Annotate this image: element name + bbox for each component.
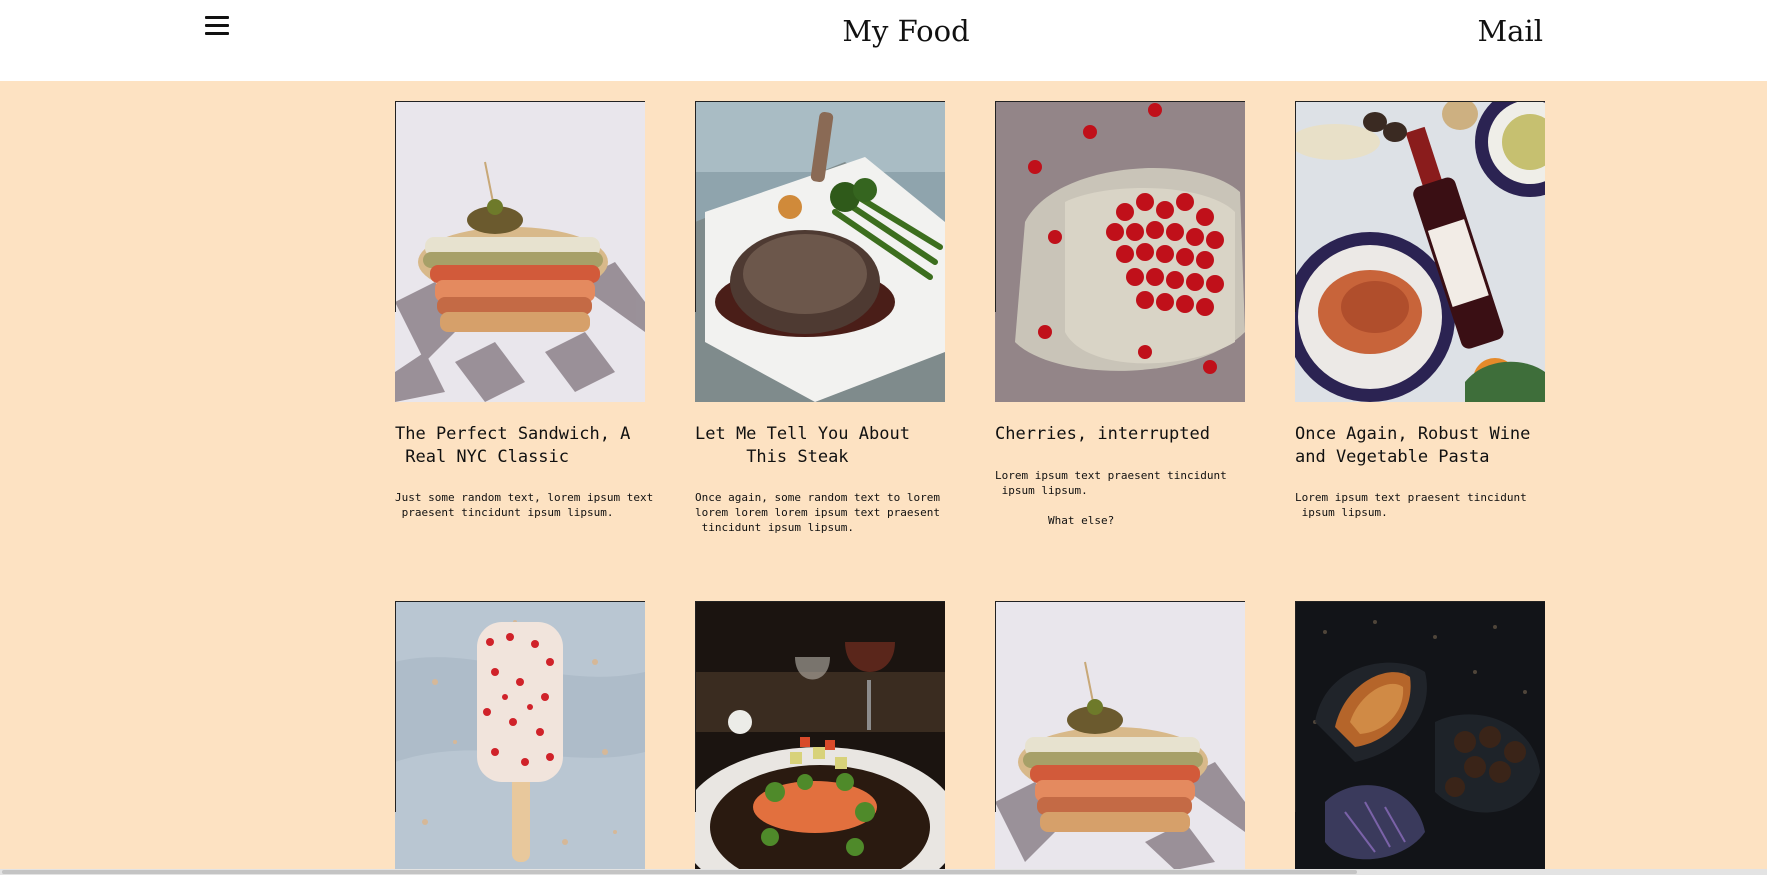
- article-excerpt: Once again, some random text to lorem lo…: [695, 491, 941, 534]
- sandwich-photo[interactable]: [995, 601, 1245, 870]
- mail-link[interactable]: Mail: [1477, 14, 1543, 48]
- top-navigation-bar: My Food Mail: [0, 0, 1767, 81]
- popsicle-photo[interactable]: [395, 601, 645, 870]
- article-title[interactable]: Once Again, Robust Wine and Vegetable Pa…: [1295, 423, 1585, 469]
- salmon-photo[interactable]: [695, 601, 945, 870]
- croissant-photo[interactable]: [1295, 601, 1545, 870]
- article-excerpt: Just some random text, lorem ipsum text …: [395, 491, 654, 519]
- article-title[interactable]: Cherries, interrupted: [995, 423, 1285, 446]
- sandwich-photo[interactable]: [395, 101, 645, 402]
- cherries-photo[interactable]: [995, 101, 1245, 402]
- article-excerpt: Lorem ipsum text praesent tincidunt ipsu…: [995, 469, 1227, 527]
- article-title[interactable]: Let Me Tell You About This Steak: [695, 423, 985, 469]
- article-excerpt: Lorem ipsum text praesent tincidunt ipsu…: [1295, 491, 1527, 519]
- article-title[interactable]: The Perfect Sandwich, A Real NYC Classic: [395, 423, 685, 469]
- horizontal-scrollbar[interactable]: [0, 869, 1767, 875]
- hamburger-menu-icon[interactable]: [205, 16, 229, 40]
- scrollbar-thumb[interactable]: [2, 870, 1357, 874]
- steak-photo[interactable]: [695, 101, 945, 402]
- wine-pasta-photo[interactable]: [1295, 101, 1545, 402]
